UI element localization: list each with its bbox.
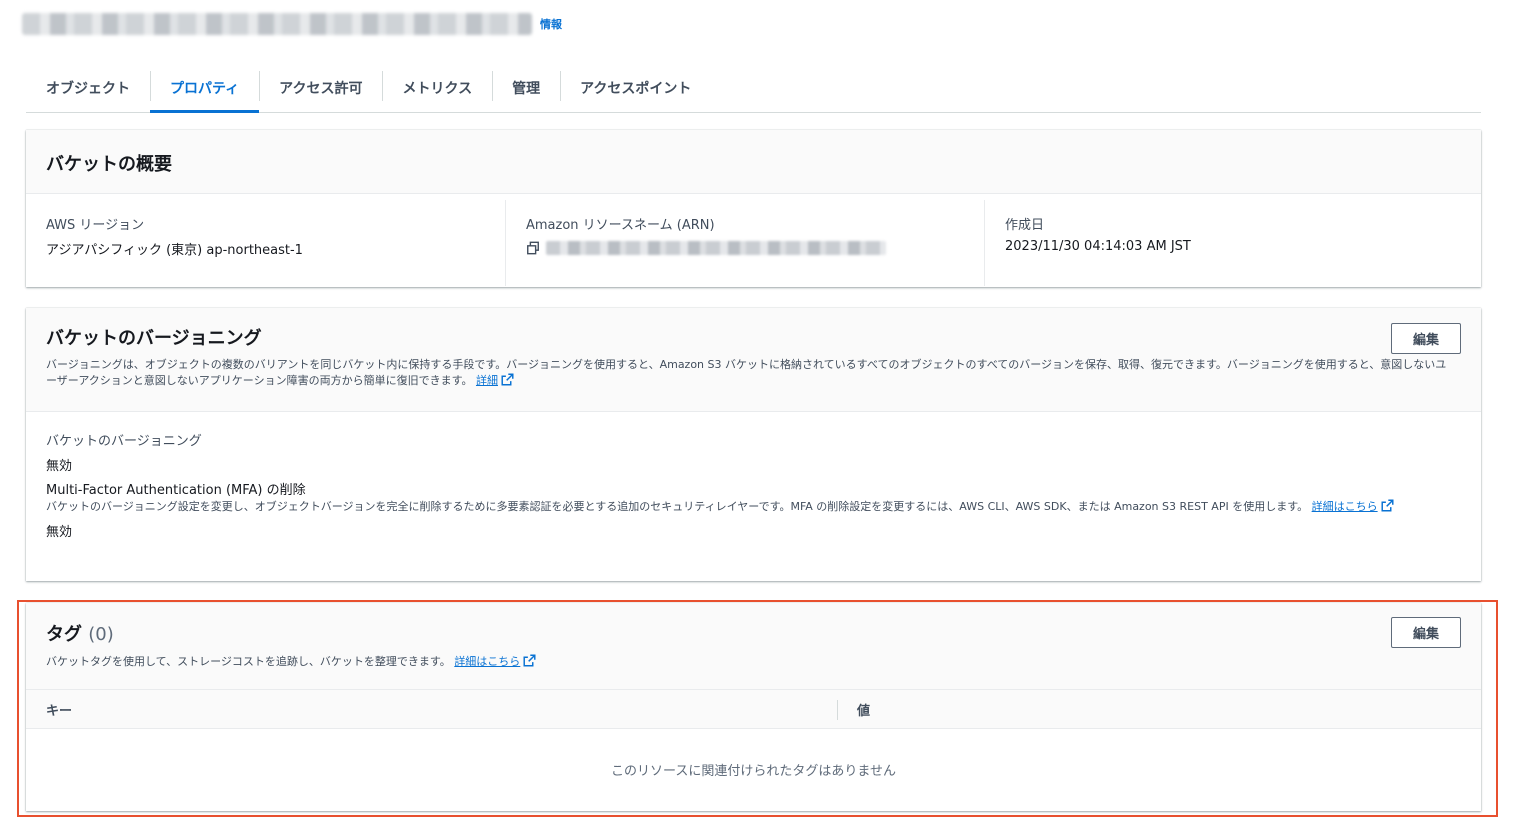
- mfa-delete-description: バケットのバージョニング設定を変更し、オブジェクトバージョンを完全に削除するため…: [46, 498, 1461, 515]
- mfa-learn-more-link[interactable]: 詳細はこちら: [1312, 499, 1394, 513]
- copy-icon[interactable]: [526, 241, 540, 255]
- region-value: アジアパシフィック (東京) ap-northeast-1: [46, 243, 303, 258]
- tags-learn-more-link[interactable]: 詳細はこちら: [454, 654, 536, 668]
- arn-value-redacted: [546, 241, 886, 255]
- tags-column-value[interactable]: 値: [837, 690, 1481, 728]
- versioning-description-text: バージョニングは、オブジェクトの複数のバリアントを同じバケット内に保持する手段で…: [46, 358, 1447, 387]
- bucket-versioning-body: バケットのバージョニング 無効 Multi-Factor Authenticat…: [26, 412, 1481, 540]
- arn-column: Amazon リソースネーム (ARN): [505, 200, 984, 286]
- tags-edit-button[interactable]: 編集: [1391, 617, 1461, 648]
- created-label: 作成日: [1005, 218, 1045, 233]
- tags-panel: タグ (0) バケットタグを使用して、ストレージコストを追跡し、バケットを整理で…: [26, 603, 1481, 811]
- versioning-status-value: 無効: [46, 459, 73, 474]
- region-column: AWS リージョン アジアパシフィック (東京) ap-northeast-1: [26, 200, 505, 286]
- tags-count: (0): [88, 624, 114, 645]
- tab-bar: オブジェクト プロパティ アクセス許可 メトリクス 管理 アクセスポイント: [26, 63, 1481, 113]
- bucket-overview-header: バケットの概要: [26, 130, 1481, 194]
- arn-row: [526, 241, 964, 255]
- versioning-status-label: バケットのバージョニング: [46, 434, 202, 449]
- versioning-edit-button[interactable]: 編集: [1391, 323, 1461, 354]
- page-title-redacted: [22, 13, 532, 35]
- created-column: 作成日 2023/11/30 04:14:03 AM JST: [984, 200, 1463, 286]
- tab-objects[interactable]: オブジェクト: [26, 63, 150, 112]
- info-link[interactable]: 情報: [540, 16, 562, 32]
- external-link-icon: [1381, 499, 1394, 512]
- arn-label: Amazon リソースネーム (ARN): [526, 218, 715, 233]
- tags-description-text: バケットタグを使用して、ストレージコストを追跡し、バケットを整理できます。: [46, 655, 451, 668]
- tags-title-text: タグ: [46, 624, 82, 645]
- versioning-learn-more-link[interactable]: 詳細: [476, 373, 514, 387]
- bucket-overview-title: バケットの概要: [46, 154, 172, 175]
- bucket-versioning-panel: バケットのバージョニング バージョニングは、オブジェクトの複数のバリアントを同じ…: [26, 308, 1481, 581]
- tags-header: タグ (0) バケットタグを使用して、ストレージコストを追跡し、バケットを整理で…: [26, 603, 1481, 689]
- tags-title: タグ (0): [46, 620, 1461, 646]
- page-header: 情報: [22, 10, 562, 38]
- bucket-versioning-title: バケットのバージョニング: [46, 328, 262, 349]
- bucket-overview-columns: AWS リージョン アジアパシフィック (東京) ap-northeast-1 …: [26, 194, 1481, 286]
- bucket-versioning-description: バージョニングは、オブジェクトの複数のバリアントを同じバケット内に保持する手段で…: [46, 357, 1456, 389]
- tab-access-points[interactable]: アクセスポイント: [560, 63, 711, 112]
- external-link-icon: [501, 373, 514, 386]
- created-value: 2023/11/30 04:14:03 AM JST: [1005, 239, 1191, 254]
- tab-management[interactable]: 管理: [492, 63, 560, 112]
- tab-permissions[interactable]: アクセス許可: [259, 63, 382, 112]
- tags-table-header: キー 値: [26, 689, 1481, 729]
- tab-metrics[interactable]: メトリクス: [382, 63, 492, 112]
- tags-column-key[interactable]: キー: [26, 690, 837, 728]
- mfa-delete-label: Multi-Factor Authentication (MFA) の削除: [46, 483, 306, 498]
- mfa-description-text: バケットのバージョニング設定を変更し、オブジェクトバージョンを完全に削除するため…: [46, 500, 1309, 513]
- mfa-delete-value: 無効: [46, 525, 73, 540]
- region-label: AWS リージョン: [46, 218, 145, 233]
- tags-empty-message: このリソースに関連付けられたタグはありません: [611, 763, 896, 779]
- tags-description: バケットタグを使用して、ストレージコストを追跡し、バケットを整理できます。 詳細…: [46, 654, 1461, 670]
- bucket-overview-panel: バケットの概要 AWS リージョン アジアパシフィック (東京) ap-nort…: [26, 130, 1481, 287]
- external-link-icon: [523, 654, 536, 667]
- bucket-versioning-header: バケットのバージョニング バージョニングは、オブジェクトの複数のバリアントを同じ…: [26, 308, 1481, 412]
- tab-properties[interactable]: プロパティ: [150, 63, 260, 113]
